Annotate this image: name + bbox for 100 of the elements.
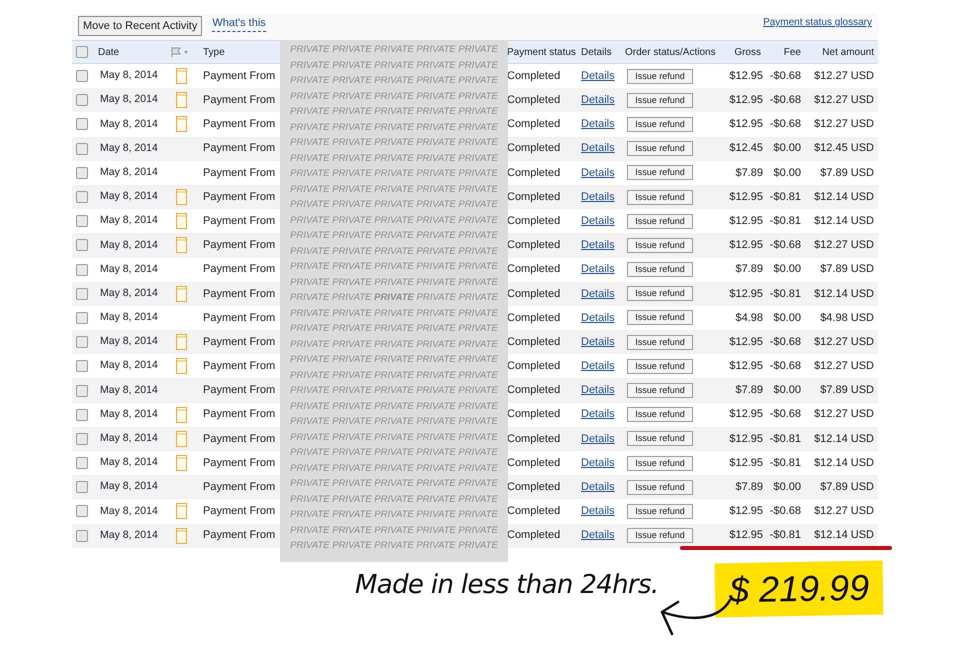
checkbox[interactable] [76,457,88,470]
date-cell-text: May 8, 2014 [99,189,159,204]
details-link[interactable]: Details [577,164,621,182]
details-link[interactable]: Details [577,454,621,472]
issue-refund-button[interactable]: Issue refund [627,528,693,544]
details-link[interactable]: Details [577,406,621,423]
net-amount-cell-text: $12.45 USD [813,141,875,156]
issue-refund-button[interactable]: Issue refund [627,165,693,180]
details-link[interactable]: Details [577,430,621,448]
issue-refund-button[interactable]: Issue refund [627,480,693,495]
checkbox[interactable] [76,166,88,179]
issue-refund-button[interactable]: Issue refund [627,68,693,84]
details-link[interactable]: Details [577,237,621,254]
checkbox[interactable] [76,118,88,130]
type-cell-text: Payment From [202,190,276,205]
details-link[interactable]: Details [577,310,621,326]
checkbox[interactable] [76,191,88,204]
payment-status-glossary-link[interactable]: Payment status glossary [763,15,872,30]
gross-cell-text: $12.95 [728,286,764,302]
checkbox[interactable] [76,94,88,106]
redaction-text: PRIVATE PRIVATE PRIVATE PRIVATE PRIVATE [290,415,498,429]
checkbox[interactable] [76,481,88,494]
details-link[interactable]: Details [577,503,621,520]
fee-cell-text: -$0.68 [768,68,802,84]
whats-this-link[interactable]: What's this [212,14,266,32]
gross-cell-text: $7.89 [734,262,764,278]
status-cell-text: Completed [506,286,562,302]
details-link[interactable]: Details [577,382,621,399]
issue-refund-button[interactable]: Issue refund [627,310,693,326]
type-cell-text: Payment From [202,504,276,520]
gross-cell-text: $12.95 [728,68,764,84]
checkbox[interactable] [76,384,88,397]
column-header[interactable]: Date [92,44,165,60]
type-cell-text: Payment From [202,359,276,374]
column-header[interactable]: Payment status [505,44,577,60]
details-link[interactable]: Details [577,479,621,496]
redaction-text: PRIVATE PRIVATE PRIVATE PRIVATE PRIVATE [290,276,498,290]
date-cell-text: May 8, 2014 [99,140,159,156]
checkbox[interactable] [76,505,88,518]
redaction-text: PRIVATE PRIVATE PRIVATE PRIVATE PRIVATE [290,229,498,243]
move-to-recent-activity-button[interactable]: Move to Recent Activity [78,16,202,36]
column-header[interactable]: Net amount [805,44,878,60]
checkbox[interactable] [76,530,88,542]
issue-refund-button[interactable]: Issue refund [627,92,693,108]
checkbox[interactable] [76,288,88,300]
issue-refund-button[interactable]: Issue refund [627,334,693,350]
status-cell-text: Completed [506,504,562,520]
net-amount-cell-text: $12.27 USD [813,68,875,84]
checkbox[interactable] [76,70,88,82]
details-link[interactable]: Details [577,212,621,230]
flag-icon[interactable] [171,47,191,57]
issue-refund-button[interactable]: Issue refund [627,383,693,398]
details-link[interactable]: Details [577,527,621,544]
status-cell-text: Completed [506,166,562,181]
net-amount-cell-text: $12.27 USD [813,359,875,374]
checkbox[interactable] [76,215,88,228]
checkbox[interactable] [76,239,88,252]
type-cell-text: Payment From [202,93,276,108]
date-cell-text: May 8, 2014 [99,286,159,301]
gross-cell-text: $7.89 [734,480,764,496]
details-link[interactable]: Details [577,68,621,84]
checkbox[interactable] [76,408,88,421]
issue-refund-button[interactable]: Issue refund [627,262,693,278]
column-header[interactable]: Fee [765,44,805,60]
issue-refund-button[interactable]: Issue refund [627,116,693,132]
issue-refund-button[interactable]: Issue refund [627,214,693,229]
details-link[interactable]: Details [577,358,621,375]
issue-refund-button[interactable]: Issue refund [627,456,693,471]
checkbox[interactable] [76,264,88,276]
issue-refund-button[interactable]: Issue refund [627,407,693,422]
checkbox[interactable] [76,312,88,324]
net-amount-cell-text: $7.89 USD [819,166,875,181]
details-link[interactable]: Details [577,116,621,133]
details-link[interactable]: Details [577,261,621,278]
issue-refund-button[interactable]: Issue refund [627,190,693,205]
issue-refund-button[interactable]: Issue refund [627,358,693,374]
issue-refund-button[interactable]: Issue refund [627,286,693,302]
issue-refund-button[interactable]: Issue refund [627,504,693,519]
details-link[interactable]: Details [577,188,621,206]
issue-refund-button[interactable]: Issue refund [627,141,693,156]
column-header[interactable]: Gross [726,44,765,60]
checkbox[interactable] [76,432,88,445]
checkbox[interactable] [76,46,88,58]
issue-refund-button[interactable]: Issue refund [627,431,693,446]
column-header[interactable]: Order status/Actions [621,44,726,60]
issue-refund-button[interactable]: Issue refund [627,238,693,253]
details-link[interactable]: Details [577,286,621,302]
status-cell-text: Completed [506,262,562,278]
details-link[interactable]: Details [577,140,621,157]
checkbox[interactable] [76,336,88,348]
details-link[interactable]: Details [577,92,621,109]
type-cell-text: Payment From [202,166,276,181]
checkbox[interactable] [76,360,88,372]
column-header[interactable]: Type [197,44,280,60]
details-link[interactable]: Details [577,334,621,350]
redaction-text: PRIVATE PRIVATE PRIVATE PRIVATE PRIVATE [290,244,498,258]
status-cell-text: Completed [506,359,562,374]
checkbox[interactable] [76,142,88,155]
column-header[interactable]: Details [577,44,621,60]
gross-cell-text: $12.95 [728,456,764,471]
